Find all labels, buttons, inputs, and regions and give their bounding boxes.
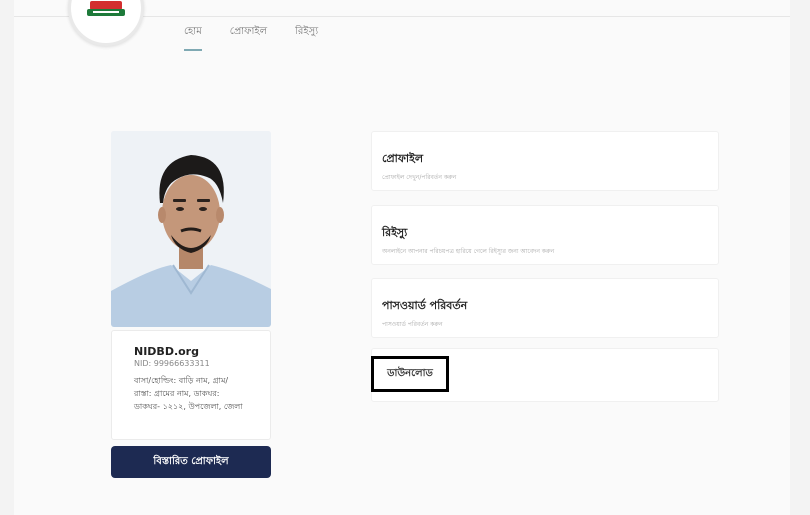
main-nav: হোম প্রোফাইল রিইস্যু <box>184 24 318 51</box>
download-label: ডাউনলোড <box>387 367 433 379</box>
menu-password-title: পাসওয়ার্ড পরিবর্তন <box>382 299 468 312</box>
menu-profile-title: প্রোফাইল <box>382 152 424 165</box>
logo <box>68 0 144 46</box>
menu-reissue-title: রিইস্যু <box>382 226 408 239</box>
menu-password-subtitle: পাসওয়ার্ড পরিবর্তন করুন <box>382 321 443 328</box>
menu-reissue-subtitle: অনলাইনে আপনার পরিচয়পত্র হারিয়ে গেলে রি… <box>382 248 555 255</box>
profile-info-card: NIDBD.org NID: 99966633311 বাসা/হোল্ডিং:… <box>111 330 271 440</box>
address-line-3: ডাকঘর- ১২১২, উপজেলা, জেলা <box>134 402 243 411</box>
emblem-icon <box>87 1 125 16</box>
page: হোম প্রোফাইল রিইস্যু NIDBD.org NID: 9996… <box>14 0 790 515</box>
menu-profile-subtitle: প্রোফাইল দেখুন/পরিবর্তন করুন <box>382 174 457 181</box>
profile-photo <box>111 131 271 327</box>
menu-item-reissue[interactable]: রিইস্যু অনলাইনে আপনার পরিচয়পত্র হারিয়ে… <box>371 205 719 265</box>
profile-address: বাসা/হোল্ডিং: বাড়ি নাম, গ্রাম/ রাস্তা: … <box>134 374 260 413</box>
address-line-2: রাস্তা: গ্রামের নাম, ডাকঘর: <box>134 389 220 398</box>
nav-reissue[interactable]: রিইস্যু <box>295 24 318 51</box>
detailed-profile-button[interactable]: বিস্তারিত প্রোফাইল <box>111 446 271 478</box>
profile-name: NIDBD.org <box>134 345 199 358</box>
download-button[interactable]: ডাউনলোড <box>371 356 449 392</box>
menu-item-password[interactable]: পাসওয়ার্ড পরিবর্তন পাসওয়ার্ড পরিবর্তন … <box>371 278 719 338</box>
address-line-1: বাসা/হোল্ডিং: বাড়ি নাম, গ্রাম/ <box>134 376 229 385</box>
user-portrait-icon <box>111 131 271 327</box>
profile-nid: NID: 99966633311 <box>134 359 210 368</box>
nav-home[interactable]: হোম <box>184 24 202 51</box>
nav-profile[interactable]: প্রোফাইল <box>230 24 267 51</box>
menu-item-profile[interactable]: প্রোফাইল প্রোফাইল দেখুন/পরিবর্তন করুন <box>371 131 719 191</box>
